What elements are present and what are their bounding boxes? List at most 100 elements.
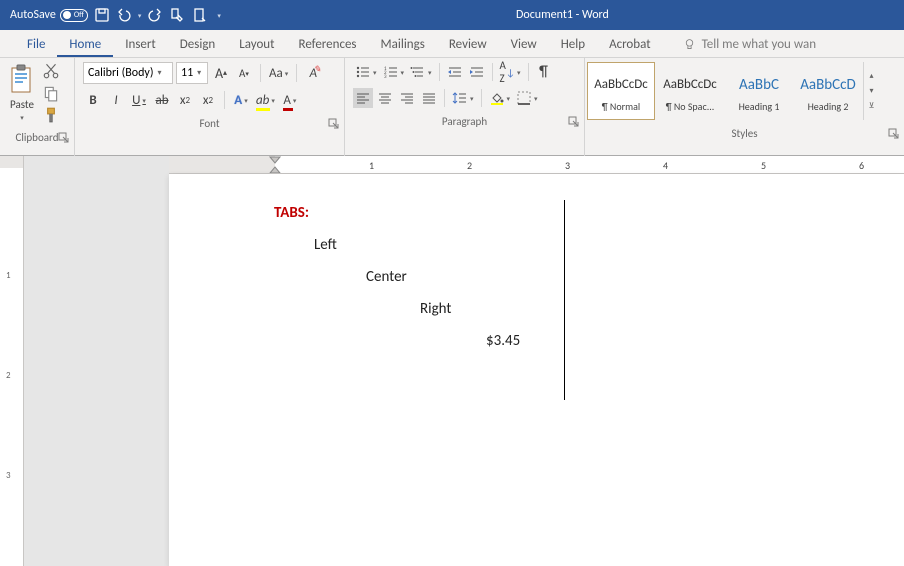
undo-icon[interactable] xyxy=(116,7,132,23)
tab-review[interactable]: Review xyxy=(437,32,499,57)
autosave-toggle[interactable]: AutoSave Off xyxy=(10,8,88,22)
strikethrough-button[interactable]: ab xyxy=(152,90,172,110)
cut-button[interactable] xyxy=(42,62,60,80)
doc-line: Right xyxy=(274,300,864,318)
undo-dropdown-icon[interactable]: ▾ xyxy=(138,11,142,20)
style-normal[interactable]: AaBbCcDc¶ Normal xyxy=(587,62,655,120)
indent-marker-icon[interactable] xyxy=(269,156,281,174)
font-group-label: Font xyxy=(199,117,219,130)
ribbon: Paste ▾ Clipboard Calibri (Body)▾ 11▾ A▴… xyxy=(0,58,904,156)
touch-mode-icon[interactable] xyxy=(169,7,185,23)
clipboard-group-label: Clipboard xyxy=(15,131,58,144)
clipboard-launcher[interactable] xyxy=(58,132,70,144)
more-icon: ⊻ xyxy=(864,99,879,114)
numbering-icon: 123 xyxy=(383,64,399,80)
document-content[interactable]: TABS: Left Center Right $3.45 xyxy=(274,204,864,364)
line-spacing-icon xyxy=(452,90,468,106)
justify-icon xyxy=(421,90,437,106)
workspace: 1 2 3 1 2 3 4 5 6 TABS: Left Center Righ… xyxy=(0,156,904,566)
grow-font-button[interactable]: A▴ xyxy=(211,63,231,83)
line-spacing-button[interactable] xyxy=(450,88,476,108)
save-icon[interactable] xyxy=(94,7,110,23)
bold-button[interactable]: B xyxy=(83,90,103,110)
align-right-button[interactable] xyxy=(397,88,417,108)
styles-launcher[interactable] xyxy=(888,128,900,140)
justify-button[interactable] xyxy=(419,88,439,108)
superscript-button[interactable]: x2 xyxy=(198,90,218,110)
style-heading-2[interactable]: AaBbCcDHeading 2 xyxy=(794,62,862,120)
bucket-icon xyxy=(489,90,505,106)
redo-icon[interactable] xyxy=(147,7,163,23)
style-heading-1[interactable]: AaBbCHeading 1 xyxy=(725,62,793,120)
font-color-button[interactable]: A xyxy=(280,90,300,110)
vertical-ruler[interactable]: 1 2 3 xyxy=(0,156,24,566)
tab-insert[interactable]: Insert xyxy=(113,32,168,57)
paragraph-launcher[interactable] xyxy=(568,116,580,128)
copy-icon xyxy=(42,84,60,102)
scissors-icon xyxy=(42,62,60,80)
decrease-indent-button[interactable] xyxy=(445,62,465,82)
brush-icon xyxy=(42,106,60,124)
clear-formatting-button[interactable]: A✎ xyxy=(303,63,323,83)
sort-button[interactable]: AZ↓ xyxy=(498,62,523,82)
outdent-icon xyxy=(447,64,463,80)
align-center-icon xyxy=(377,90,393,106)
doc-line: Left xyxy=(274,236,864,254)
arrow-down-icon: ▾ xyxy=(864,84,879,99)
chevron-down-icon: ▾ xyxy=(157,68,161,78)
italic-button[interactable]: I xyxy=(106,90,126,110)
font-launcher[interactable] xyxy=(328,118,340,130)
align-center-button[interactable] xyxy=(375,88,395,108)
chevron-down-icon: ▾ xyxy=(197,68,201,78)
svg-text:3: 3 xyxy=(384,74,387,80)
document-title: Document1 - Word xyxy=(221,8,904,22)
numbering-button[interactable]: 123 xyxy=(381,62,407,82)
tab-file[interactable]: File xyxy=(15,32,57,57)
multilevel-icon xyxy=(410,64,426,80)
shrink-font-button[interactable]: A▾ xyxy=(234,63,254,83)
title-bar: AutoSave Off ▾ ▾ Document1 - Word xyxy=(0,0,904,30)
styles-gallery-expand[interactable]: ▴▾⊻ xyxy=(863,62,879,120)
align-left-icon xyxy=(355,90,371,106)
indent-icon xyxy=(469,64,485,80)
style-no-spacing[interactable]: AaBbCcDc¶ No Spac... xyxy=(656,62,724,120)
align-left-button[interactable] xyxy=(353,88,373,108)
tell-me-search[interactable]: Tell me what you wan xyxy=(671,32,828,57)
tab-help[interactable]: Help xyxy=(549,32,597,57)
quick-print-icon[interactable] xyxy=(191,7,207,23)
tab-view[interactable]: View xyxy=(499,32,549,57)
paste-button[interactable]: Paste ▾ xyxy=(6,62,38,124)
border-icon xyxy=(516,90,532,106)
document-page[interactable]: TABS: Left Center Right $3.45 xyxy=(169,174,904,566)
copy-button[interactable] xyxy=(42,84,60,102)
tab-acrobat[interactable]: Acrobat xyxy=(597,32,663,57)
heading-text: TABS: xyxy=(274,204,864,222)
font-name-combo[interactable]: Calibri (Body)▾ xyxy=(83,62,173,84)
font-size-combo[interactable]: 11▾ xyxy=(176,62,208,84)
change-case-button[interactable]: Aa xyxy=(267,63,290,83)
show-marks-button[interactable]: ¶ xyxy=(534,62,554,82)
bullets-button[interactable] xyxy=(353,62,379,82)
styles-group-label: Styles xyxy=(731,127,757,140)
format-painter-button[interactable] xyxy=(42,106,60,124)
tab-layout[interactable]: Layout xyxy=(227,32,286,57)
bullets-icon xyxy=(355,64,371,80)
doc-line: Center xyxy=(274,268,864,286)
tab-home[interactable]: Home xyxy=(57,32,113,57)
highlight-button[interactable]: ab xyxy=(254,90,277,110)
horizontal-ruler[interactable]: 1 2 3 4 5 6 xyxy=(169,156,904,174)
tab-references[interactable]: References xyxy=(287,32,369,57)
increase-indent-button[interactable] xyxy=(467,62,487,82)
lightbulb-icon xyxy=(683,38,696,51)
subscript-button[interactable]: x2 xyxy=(175,90,195,110)
multilevel-list-button[interactable] xyxy=(408,62,434,82)
arrow-up-icon: ▴ xyxy=(864,69,879,84)
tab-mailings[interactable]: Mailings xyxy=(369,32,437,57)
paste-icon xyxy=(8,64,36,96)
underline-button[interactable]: U xyxy=(129,90,149,110)
tab-design[interactable]: Design xyxy=(168,32,227,57)
shading-button[interactable] xyxy=(487,88,513,108)
text-effects-button[interactable]: A xyxy=(231,90,251,110)
borders-button[interactable] xyxy=(514,88,540,108)
paragraph-group-label: Paragraph xyxy=(442,115,487,128)
